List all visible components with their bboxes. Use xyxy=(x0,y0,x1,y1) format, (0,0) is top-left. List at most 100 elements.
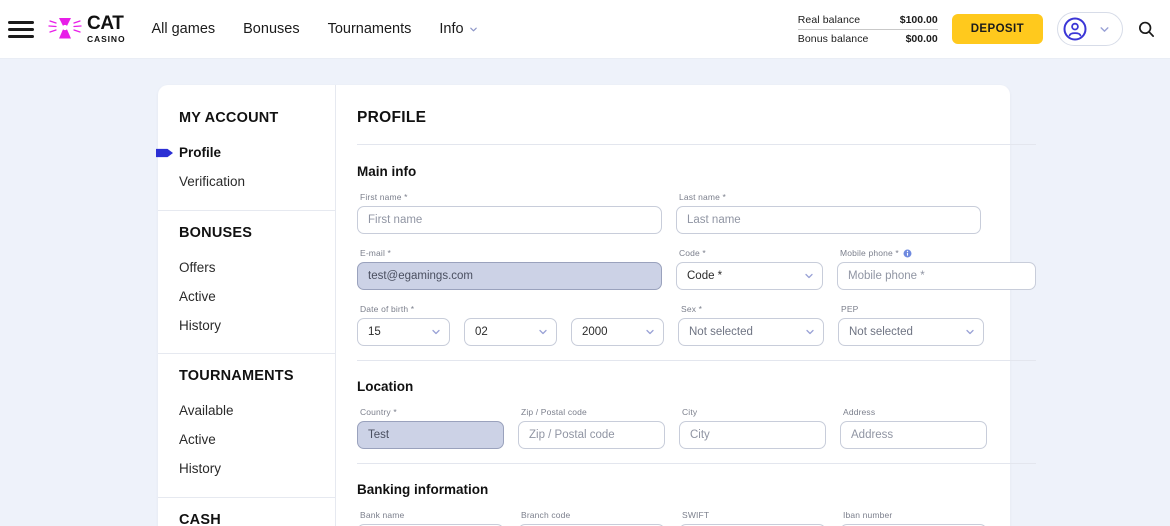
swift-label: SWIFT xyxy=(682,510,826,520)
dob-month-spacer xyxy=(467,304,557,314)
last-name-input[interactable] xyxy=(676,206,981,234)
dob-month-value: 02 xyxy=(475,326,488,338)
phone-code-label: Code * xyxy=(679,248,823,258)
nav-label: All games xyxy=(151,21,215,37)
account-menu-button[interactable] xyxy=(1057,12,1123,46)
dob-month-select[interactable]: 02 xyxy=(464,318,557,346)
nav-item-all-games[interactable]: All games xyxy=(151,21,215,37)
nav-item-tournaments[interactable]: Tournaments xyxy=(328,21,412,37)
dob-day-select[interactable]: 15 xyxy=(357,318,450,346)
sidebar-item-label: Active xyxy=(179,289,216,304)
sidebar-item-label: History xyxy=(179,461,221,476)
sidebar-item-label: Profile xyxy=(179,145,221,160)
last-name-field: Last name * xyxy=(676,192,981,234)
sidebar-item-bonus-history[interactable]: History xyxy=(179,312,317,341)
country-input[interactable] xyxy=(357,421,504,449)
first-name-input[interactable] xyxy=(357,206,662,234)
chevron-down-icon xyxy=(645,327,655,337)
country-label: Country * xyxy=(360,407,504,417)
phone-code-select[interactable]: Code * xyxy=(676,262,823,290)
deposit-button[interactable]: DEPOSIT xyxy=(952,14,1043,44)
sidebar-item-label: Active xyxy=(179,432,216,447)
sex-field: Sex * Not selected xyxy=(678,304,824,346)
section-title-banking: Banking information xyxy=(357,482,1036,497)
real-balance-value: $100.00 xyxy=(900,14,938,26)
email-field: E-mail * xyxy=(357,248,662,290)
mobile-phone-label: Mobile phone * xyxy=(840,248,1036,258)
nav-item-info[interactable]: Info xyxy=(439,21,477,37)
dob-year-field: 2000 xyxy=(571,304,664,346)
email-input[interactable] xyxy=(357,262,662,290)
sidebar-group-title: CASH xyxy=(179,512,317,526)
sex-select[interactable]: Not selected xyxy=(678,318,824,346)
chevron-down-icon xyxy=(965,327,975,337)
title-divider xyxy=(357,144,1036,145)
account-sidebar: MY ACCOUNT Profile Verification BONUSES … xyxy=(158,85,336,526)
section-title-location: Location xyxy=(357,379,1036,394)
bank-name-label: Bank name xyxy=(360,510,504,520)
sidebar-item-verification[interactable]: Verification xyxy=(179,168,317,197)
logo-secondary-text: CASINO xyxy=(87,35,125,44)
sidebar-item-profile[interactable]: Profile xyxy=(179,139,317,168)
page-body: MY ACCOUNT Profile Verification BONUSES … xyxy=(0,59,1170,526)
pep-value: Not selected xyxy=(849,326,913,338)
pep-select[interactable]: Not selected xyxy=(838,318,984,346)
mobile-phone-input[interactable] xyxy=(837,262,1036,290)
iban-label: Iban number xyxy=(843,510,987,520)
nav-item-bonuses[interactable]: Bonuses xyxy=(243,21,299,37)
chevron-down-icon xyxy=(804,271,814,281)
profile-main: PROFILE Main info First name * Last name… xyxy=(336,85,1062,526)
sidebar-group-cash: CASH Deposit Withdrawal History xyxy=(158,497,335,526)
branch-code-field: Branch code xyxy=(518,510,665,526)
search-icon[interactable] xyxy=(1137,20,1156,39)
site-header: CAT CASINO All games Bonuses Tournaments… xyxy=(0,0,1170,59)
dob-year-spacer xyxy=(574,304,664,314)
dob-year-value: 2000 xyxy=(582,326,608,338)
sidebar-item-tournaments-history[interactable]: History xyxy=(179,455,317,484)
hamburger-menu-icon[interactable] xyxy=(8,16,34,42)
info-icon[interactable] xyxy=(903,249,912,258)
first-name-field: First name * xyxy=(357,192,662,234)
chevron-down-icon xyxy=(805,327,815,337)
zip-input[interactable] xyxy=(518,421,665,449)
sidebar-item-label: Offers xyxy=(179,260,216,275)
balance-summary: Real balance $100.00 Bonus balance $00.0… xyxy=(798,12,938,47)
sidebar-item-bonus-active[interactable]: Active xyxy=(179,283,317,312)
sidebar-item-bonus-offers[interactable]: Offers xyxy=(179,254,317,283)
chevron-down-icon xyxy=(431,327,441,337)
city-input[interactable] xyxy=(679,421,826,449)
dob-day-field: Date of birth * 15 xyxy=(357,304,450,346)
address-input[interactable] xyxy=(840,421,987,449)
city-label: City xyxy=(682,407,826,417)
real-balance-label: Real balance xyxy=(798,14,861,26)
pep-field: PEP Not selected xyxy=(838,304,984,346)
cat-logo-icon xyxy=(48,13,82,45)
site-logo[interactable]: CAT CASINO xyxy=(48,13,125,45)
sidebar-group-title: BONUSES xyxy=(179,225,317,241)
sidebar-item-tournaments-available[interactable]: Available xyxy=(179,397,317,426)
section-divider-location xyxy=(357,360,1036,361)
user-avatar-icon xyxy=(1063,17,1087,41)
sidebar-item-label: History xyxy=(179,318,221,333)
dob-year-select[interactable]: 2000 xyxy=(571,318,664,346)
dob-day-value: 15 xyxy=(368,326,381,338)
sidebar-group-bonuses: BONUSES Offers Active History xyxy=(158,210,335,341)
bonus-balance-label: Bonus balance xyxy=(798,33,869,45)
bonus-balance-row: Bonus balance $00.00 xyxy=(798,30,938,47)
swift-field: SWIFT xyxy=(679,510,826,526)
name-row: First name * Last name * xyxy=(357,192,1036,234)
banking-row: Bank name Branch code SWIFT Iban number xyxy=(357,510,1036,526)
section-title-main-info: Main info xyxy=(357,164,1036,179)
contact-row: E-mail * Code * Code * Mobile phone * xyxy=(357,248,1036,290)
logo-primary-text: CAT xyxy=(87,14,125,33)
header-right-cluster: Real balance $100.00 Bonus balance $00.0… xyxy=(798,12,1156,47)
address-field: Address xyxy=(840,407,987,449)
email-label: E-mail * xyxy=(360,248,662,258)
chevron-down-icon xyxy=(1099,24,1110,35)
dob-month-field: 02 xyxy=(464,304,557,346)
sidebar-item-tournaments-active[interactable]: Active xyxy=(179,426,317,455)
nav-label: Bonuses xyxy=(243,21,299,37)
iban-field: Iban number xyxy=(840,510,987,526)
sidebar-group-tournaments: TOURNAMENTS Available Active History xyxy=(158,353,335,484)
dob-sex-pep-row: Date of birth * 15 02 xyxy=(357,304,1036,346)
